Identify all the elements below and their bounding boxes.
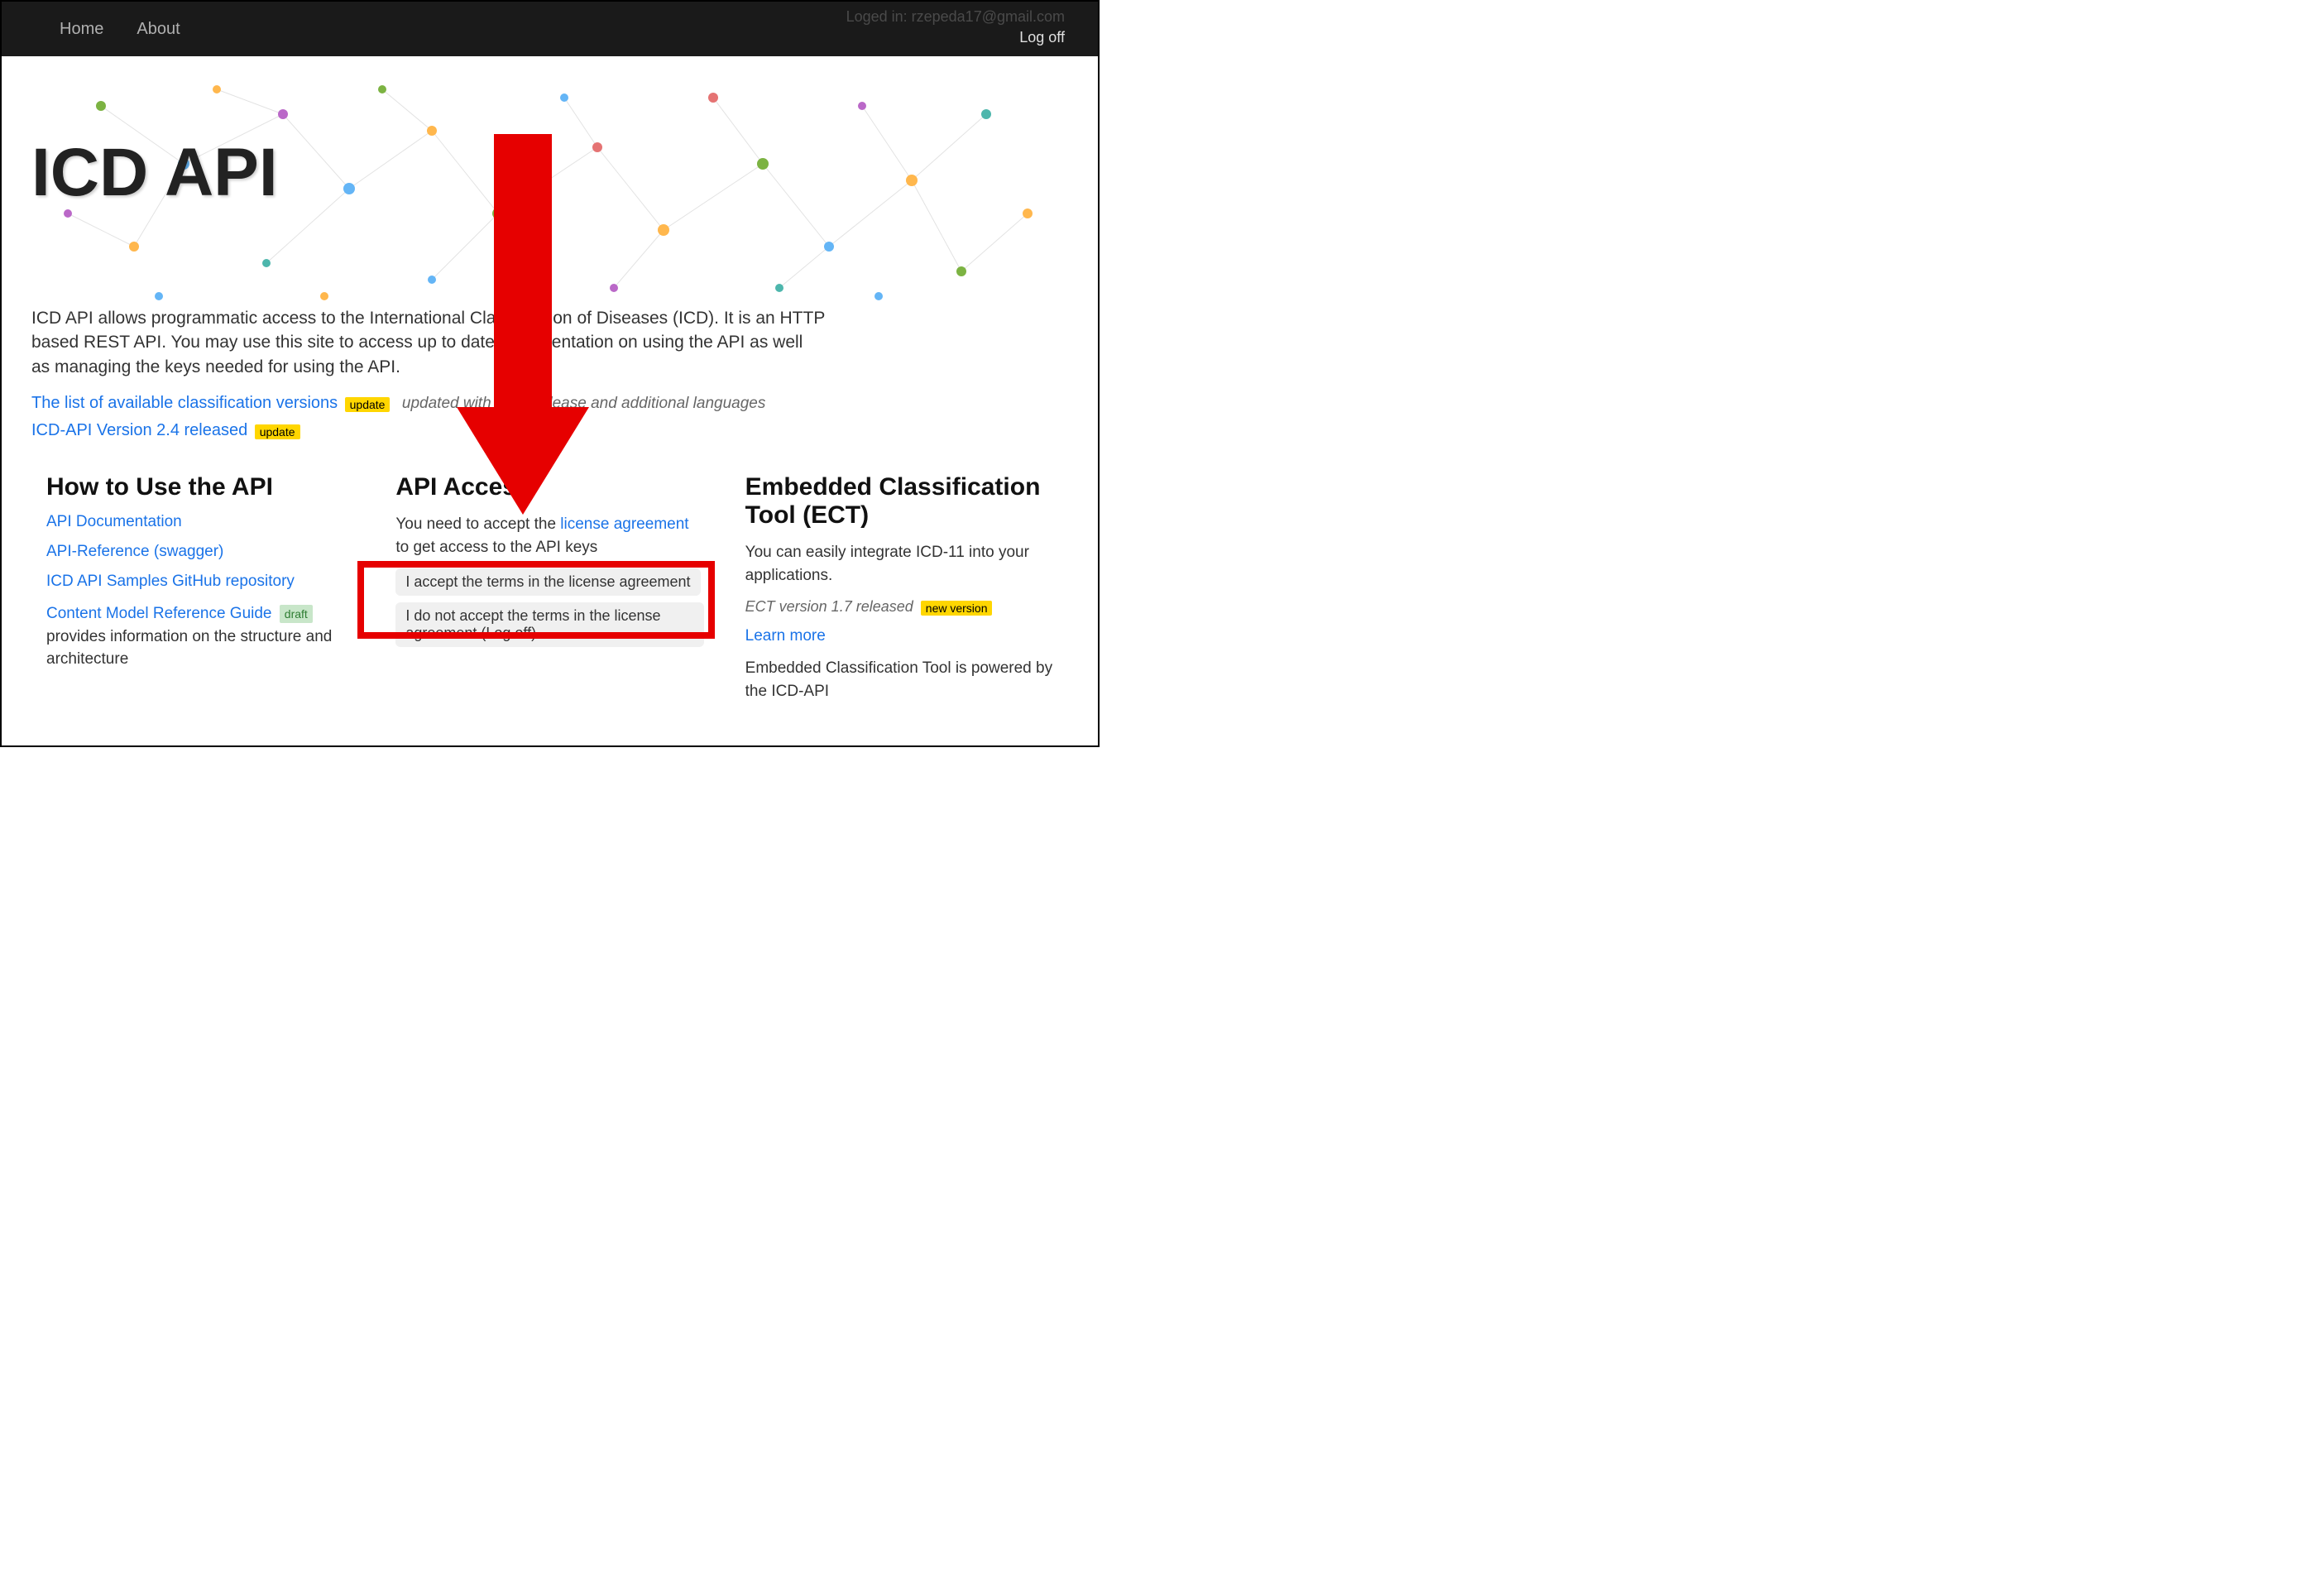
accept-terms-button[interactable]: I accept the terms in the license agreem… [395,568,700,596]
page-title: ICD API [31,139,1068,207]
access-text-post: to get access to the API keys [395,539,597,556]
update-badge: update [255,424,300,439]
howto-column: How to Use the API API Documentation API… [46,473,354,702]
learn-more-link[interactable]: Learn more [745,627,1053,645]
ect-column: Embedded Classification Tool (ECT) You c… [745,473,1053,702]
ect-version-text: ECT version 1.7 released [745,598,913,615]
logoff-link[interactable]: Log off [846,29,1065,46]
navbar: Home About Loged in: rzepeda17@gmail.com… [2,2,1098,56]
nav-home-link[interactable]: Home [60,20,103,39]
license-agreement-link[interactable]: license agreement [560,515,688,533]
ect-desc: You can easily integrate ICD-11 into you… [745,541,1053,587]
ect-heading: Embedded Classification Tool (ECT) [745,473,1053,530]
intro-text: ICD API allows programmatic access to th… [31,306,826,379]
draft-badge: draft [280,605,313,623]
nav-about-link[interactable]: About [137,20,180,39]
reject-terms-button[interactable]: I do not accept the terms in the license… [395,602,703,647]
content-model-tail: provides information on the structure an… [46,628,332,669]
logged-in-text: Loged in: rzepeda17@gmail.com [846,8,1065,26]
versions-note: updated with 2024 release and additional… [402,395,765,412]
api-doc-link[interactable]: API Documentation [46,513,354,531]
access-column: API Access You need to accept the licens… [395,473,703,702]
ect-powered-text: Embedded Classification Tool is powered … [745,657,1053,702]
api-ref-link[interactable]: API-Reference (swagger) [46,543,354,561]
content-model-link[interactable]: Content Model Reference Guide [46,605,272,622]
access-heading: API Access [395,473,703,501]
access-text-pre: You need to accept the [395,515,560,533]
v24-link[interactable]: ICD-API Version 2.4 released [31,421,247,439]
update-badge: update [345,397,391,412]
versions-link[interactable]: The list of available classification ver… [31,394,338,412]
howto-heading: How to Use the API [46,473,354,501]
new-version-badge: new version [921,601,993,616]
api-samples-link[interactable]: ICD API Samples GitHub repository [46,573,354,591]
